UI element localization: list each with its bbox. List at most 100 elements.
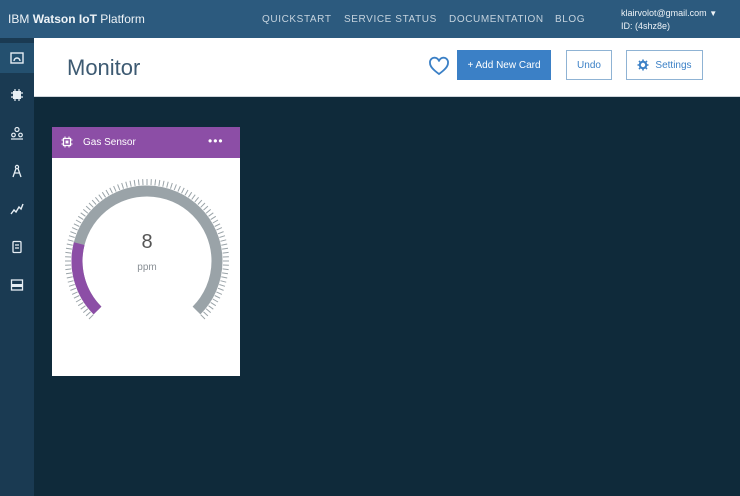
gauge-tick	[194, 196, 199, 203]
gauge-tick	[82, 209, 89, 214]
gauge-tick	[200, 314, 206, 320]
gauge-tick	[212, 298, 219, 303]
dashboard-icon	[10, 52, 24, 64]
gauge-tick	[68, 284, 75, 287]
gauge-tick	[205, 308, 212, 313]
sidebar-item-settings[interactable]	[0, 270, 34, 300]
gauge-value: 8	[141, 231, 152, 253]
gauge-tick	[109, 187, 113, 194]
gauge-tick	[65, 247, 72, 250]
gauge-tick	[191, 194, 196, 200]
gauge-tick	[158, 179, 161, 186]
gauge-tick	[101, 191, 107, 198]
gauge-tick	[222, 268, 229, 271]
sidebar-item-apps[interactable]	[0, 156, 34, 186]
gauge-tick	[181, 187, 185, 194]
gauge-tick	[67, 239, 74, 242]
gauge-tick	[129, 180, 132, 187]
gauge-tick	[67, 280, 74, 283]
gauge-tick	[214, 295, 221, 299]
brand-prefix: IBM	[8, 12, 30, 26]
gauge-tick	[88, 314, 94, 320]
settings-panel-icon	[10, 279, 24, 291]
gauge-tick	[85, 311, 91, 317]
gauge-tick	[66, 243, 73, 246]
gauge-tick	[220, 239, 227, 242]
gauge-tick	[208, 305, 214, 310]
gauge-tick	[121, 182, 124, 189]
sidebar-item-rules[interactable]	[0, 194, 34, 224]
gauge-tick	[212, 219, 219, 224]
usage-icon	[12, 240, 22, 254]
nav-documentation[interactable]: DOCUMENTATION	[449, 14, 544, 25]
gauge-tick	[95, 196, 100, 203]
page-header: Monitor + Add New Card Undo Settings	[34, 38, 740, 97]
gauge-tick	[170, 182, 173, 189]
gauge-unit: ppm	[137, 262, 156, 273]
top-bar: IBM Watson IoT Platform QUICKSTART SERVI…	[0, 0, 740, 38]
nav-service-status[interactable]: SERVICE STATUS	[344, 14, 437, 25]
gauge-tick	[216, 291, 223, 295]
gas-gauge: 8 ppm	[65, 179, 229, 320]
apps-icon	[12, 164, 22, 178]
gauge-tick	[210, 301, 217, 307]
gauge-tick	[80, 305, 86, 310]
user-id: ID: (4shz8e)	[621, 21, 671, 31]
gauge-tick	[65, 251, 72, 254]
gauge-tick	[221, 276, 228, 279]
gauge-tick	[203, 205, 209, 211]
heart-icon[interactable]	[428, 56, 450, 78]
sidebar-item-dashboard[interactable]	[0, 43, 34, 73]
gauge-tick	[98, 194, 103, 200]
gauge-tick	[220, 280, 227, 283]
card-header: Gas Sensor •••	[52, 127, 240, 158]
sidebar-item-members[interactable]	[0, 118, 34, 148]
rules-icon	[10, 203, 24, 215]
gauge-fill	[71, 242, 102, 315]
gauge-tick	[125, 181, 128, 188]
gauge-tick	[70, 287, 77, 291]
add-card-button[interactable]: + Add New Card	[457, 50, 551, 80]
gauge-tick	[80, 212, 86, 217]
gauge-tick	[154, 179, 157, 186]
nav-blog[interactable]: BLOG	[555, 14, 585, 25]
gauge-tick	[77, 301, 84, 307]
gauge-tick	[70, 231, 77, 235]
sidebar-item-devices[interactable]	[0, 80, 34, 110]
brand-suffix: Platform	[100, 12, 145, 26]
members-icon	[11, 126, 23, 140]
chip-icon	[61, 136, 73, 148]
gauge-tick	[221, 243, 228, 246]
gauge-tick	[75, 219, 82, 224]
card-menu-button[interactable]: •••	[208, 134, 224, 148]
gauge-tick	[137, 179, 140, 186]
sidebar	[0, 38, 34, 496]
sidebar-item-usage[interactable]	[0, 232, 34, 262]
gauge-tick	[166, 181, 169, 188]
gauge-tick	[66, 276, 73, 279]
gauge-tick	[217, 287, 224, 291]
settings-button[interactable]: Settings	[626, 50, 703, 80]
gauge-tick	[197, 199, 203, 205]
gauge-tick	[173, 184, 177, 191]
gauge-tick	[216, 227, 223, 231]
gauge-tick	[82, 308, 89, 313]
gauge-tick	[117, 184, 121, 191]
page-title: Monitor	[67, 55, 141, 80]
gauge-tick	[205, 209, 212, 214]
gauge-tick	[71, 291, 78, 295]
brand-logo[interactable]: IBM Watson IoT Platform	[8, 12, 145, 26]
gauge-tick	[75, 298, 82, 303]
gas-sensor-card: Gas Sensor ••• 8 ppm	[52, 127, 240, 376]
gauge-tick	[210, 215, 217, 221]
gauge-tick	[73, 223, 80, 227]
gauge-tick	[184, 189, 189, 196]
gauge-tick	[91, 199, 97, 205]
devices-icon	[11, 89, 23, 101]
undo-button[interactable]: Undo	[566, 50, 612, 80]
gauge-tick	[219, 284, 226, 287]
nav-quickstart[interactable]: QUICKSTART	[262, 14, 332, 25]
gauge-tick	[162, 180, 165, 187]
user-menu[interactable]: klairvolot@gmail.com ▼ ID: (4shz8e)	[621, 7, 717, 33]
gauge-tick	[217, 231, 224, 235]
